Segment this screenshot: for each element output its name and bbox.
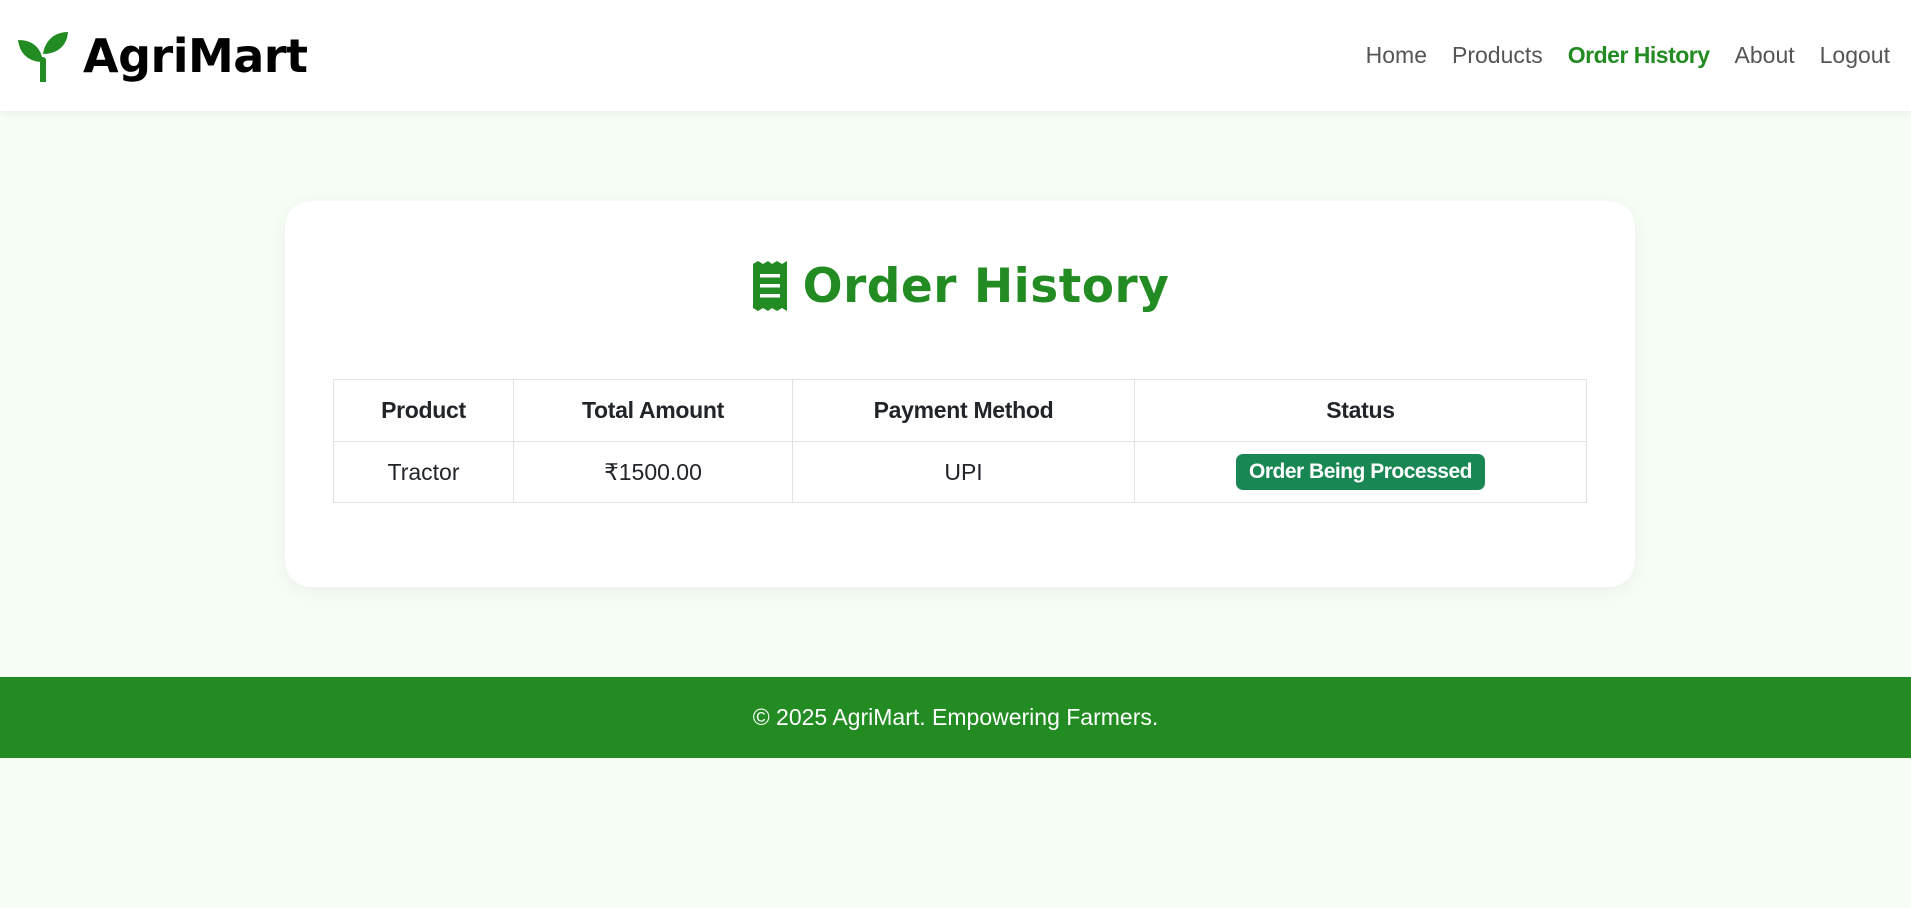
cell-status: Order Being Processed xyxy=(1134,441,1587,503)
table-row: Tractor ₹1500.00 UPI Order Being Process… xyxy=(333,441,1587,503)
order-history-card: Order History Product Total Amount Payme… xyxy=(285,201,1635,587)
page-title: Order History xyxy=(333,258,1587,314)
cell-total-amount: ₹1500.00 xyxy=(513,441,793,503)
cell-product: Tractor xyxy=(333,441,514,503)
status-badge: Order Being Processed xyxy=(1236,454,1485,490)
footer: © 2025 AgriMart. Empowering Farmers. xyxy=(0,677,1911,758)
brand-name: AgriMart xyxy=(83,28,308,83)
column-header-total-amount: Total Amount xyxy=(513,379,793,442)
nav-link-products[interactable]: Products xyxy=(1452,42,1543,68)
nav-link-about[interactable]: About xyxy=(1735,42,1795,68)
cell-payment-method: UPI xyxy=(792,441,1135,503)
column-header-product: Product xyxy=(333,379,514,442)
orders-table: Product Total Amount Payment Method Stat… xyxy=(333,379,1587,503)
column-header-payment-method: Payment Method xyxy=(792,379,1135,442)
nav-list: Home Products Order History About Logout xyxy=(1366,42,1890,69)
brand-logo[interactable]: AgriMart xyxy=(17,28,308,83)
table-header-row: Product Total Amount Payment Method Stat… xyxy=(333,379,1587,442)
receipt-icon xyxy=(752,261,787,311)
nav-link-logout[interactable]: Logout xyxy=(1820,42,1890,68)
navbar: AgriMart Home Products Order History Abo… xyxy=(0,0,1911,111)
column-header-status: Status xyxy=(1134,379,1587,442)
sprout-icon xyxy=(18,31,68,82)
nav-link-order-history[interactable]: Order History xyxy=(1568,42,1710,68)
footer-text: © 2025 AgriMart. Empowering Farmers. xyxy=(752,704,1159,730)
main-nav: Home Products Order History About Logout xyxy=(1366,42,1890,69)
page-heading: Order History xyxy=(802,258,1170,314)
nav-link-home[interactable]: Home xyxy=(1366,42,1427,68)
